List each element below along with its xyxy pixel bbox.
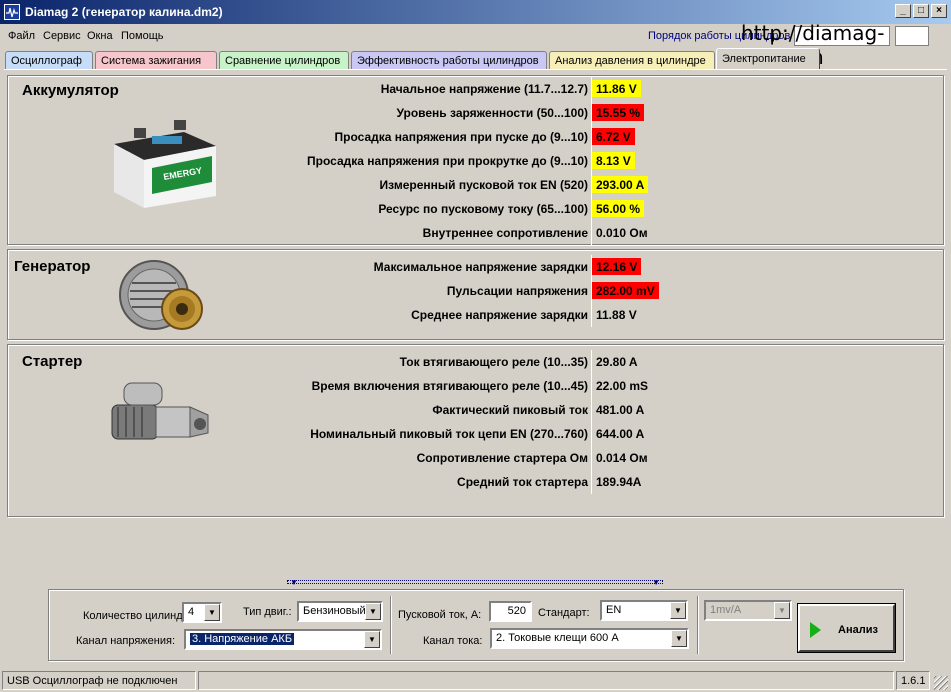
battery-row-label: Просадка напряжения при прокрутке до (9.… bbox=[307, 154, 588, 168]
version-label: 1.6.1 bbox=[896, 671, 930, 690]
battery-row-value: 293.00 A bbox=[592, 176, 649, 193]
starter-group: Стартер Ток втягивающего реле (10...35) 2… bbox=[7, 344, 944, 517]
engine-type-label: Тип двиг.: bbox=[243, 606, 292, 618]
starter-row: Ток втягивающего реле (10...35) 29.80 A bbox=[8, 350, 945, 374]
tab-ignition[interactable]: Система зажигания bbox=[95, 51, 217, 70]
battery-row: Уровень заряженности (50...100) 15.55 % bbox=[8, 101, 945, 125]
chevron-down-icon: ▼ bbox=[670, 602, 686, 619]
starter-row-label: Средний ток стартера bbox=[457, 475, 588, 489]
maximize-button[interactable]: □ bbox=[913, 4, 929, 18]
battery-row-value: 8.13 V bbox=[592, 152, 635, 169]
current-channel-select[interactable]: 2. Токовые клещи 600 А ▼ bbox=[490, 628, 689, 649]
menu-help[interactable]: Помощь bbox=[121, 30, 164, 42]
resize-grip[interactable] bbox=[934, 676, 948, 690]
analyze-button-label: Анализ bbox=[838, 624, 878, 636]
splitter-down-icon: ▼ bbox=[652, 578, 660, 587]
menu-windows[interactable]: Окна bbox=[87, 30, 113, 42]
standard-label: Стандарт: bbox=[538, 607, 590, 619]
start-current-label: Пусковой ток, А: bbox=[398, 609, 482, 621]
tab-cylinder-compare[interactable]: Сравнение цилиндров bbox=[219, 51, 349, 70]
generator-group: Генератор Максимальное напряжение зарядк… bbox=[7, 249, 944, 340]
menu-file[interactable]: Файл bbox=[8, 30, 35, 42]
window-title: Diamag 2 (генератор калина.dm2) bbox=[25, 5, 223, 19]
battery-row: Внутреннее сопротивление 0.010 Ом bbox=[8, 221, 945, 245]
chevron-down-icon: ▼ bbox=[364, 631, 380, 648]
starter-row-value: 0.014 Ом bbox=[596, 451, 648, 465]
menu-service[interactable]: Сервис bbox=[43, 30, 81, 42]
close-button[interactable]: × bbox=[931, 4, 947, 18]
starter-row-value: 29.80 A bbox=[596, 355, 638, 369]
generator-row-value: 12.16 V bbox=[592, 258, 642, 275]
panel-splitter[interactable]: ▼ ▼ bbox=[287, 578, 663, 587]
starter-row-value: 644.00 A bbox=[596, 427, 645, 441]
battery-row: Ресурс по пусковому току (65...100) 56.00… bbox=[8, 197, 945, 221]
generator-row-value: 282.00 mV bbox=[592, 282, 659, 299]
start-current-input[interactable]: 520 bbox=[489, 601, 532, 622]
battery-row-label: Ресурс по пусковому току (65...100) bbox=[378, 202, 588, 216]
battery-row-label: Уровень заряженности (50...100) bbox=[396, 106, 589, 120]
minimize-button[interactable]: _ bbox=[895, 4, 911, 18]
generator-row-label: Пульсации напряжения bbox=[446, 284, 588, 298]
starter-row-value: 22.00 mS bbox=[596, 379, 649, 393]
generator-row-label: Среднее напряжение зарядки bbox=[411, 308, 588, 322]
battery-row-label: Измеренный пусковой ток EN (520) bbox=[379, 178, 588, 192]
app-icon bbox=[4, 4, 20, 20]
tab-power-supply[interactable]: Электропитание bbox=[716, 48, 820, 70]
starter-row: Сопротивление стартера Ом 0.014 Ом bbox=[8, 446, 945, 470]
generator-row-label: Максимальное напряжение зарядки bbox=[373, 260, 588, 274]
play-icon bbox=[810, 622, 821, 638]
starter-row: Время включения втягивающего реле (10...… bbox=[8, 374, 945, 398]
divider bbox=[390, 596, 392, 654]
battery-row: Просадка напряжения при пуске до (9...10… bbox=[8, 125, 945, 149]
status-spacer bbox=[198, 671, 894, 690]
battery-group: Аккумулятор EMERGY Начальное напряжение … bbox=[7, 75, 944, 245]
starter-row: Фактический пиковый ток 481.00 A bbox=[8, 398, 945, 422]
battery-row-label: Просадка напряжения при пуске до (9...10… bbox=[334, 130, 588, 144]
chevron-down-icon: ▼ bbox=[774, 602, 790, 619]
chevron-down-icon: ▼ bbox=[204, 604, 220, 621]
battery-row-value: 11.86 V bbox=[592, 80, 641, 97]
standard-select[interactable]: EN ▼ bbox=[600, 600, 688, 621]
analyze-button[interactable]: Анализ bbox=[798, 604, 895, 652]
battery-row: Просадка напряжения при прокрутке до (9.… bbox=[8, 149, 945, 173]
generator-row-value: 11.88 V bbox=[596, 308, 637, 322]
starter-row-label: Ток втягивающего реле (10...35) bbox=[399, 355, 588, 369]
splitter-down-icon: ▼ bbox=[290, 578, 298, 587]
voltage-channel-label: Канал напряжения: bbox=[76, 635, 175, 647]
starter-row-value: 481.00 A bbox=[596, 403, 645, 417]
battery-row: Начальное напряжение (11.7...12.7) 11.86 … bbox=[8, 77, 945, 101]
engine-type-select[interactable]: Бензиновый ▼ bbox=[297, 601, 383, 622]
starter-row-label: Фактический пиковый ток bbox=[432, 403, 588, 417]
tab-pressure-analysis[interactable]: Анализ давления в цилиндре bbox=[549, 51, 715, 70]
battery-row-value: 15.55 % bbox=[592, 104, 645, 121]
generator-row: Пульсации напряжения 282.00 mV bbox=[8, 279, 945, 303]
generator-row: Максимальное напряжение зарядки 12.16 V bbox=[8, 255, 945, 279]
battery-row-value: 0.010 Ом bbox=[596, 226, 648, 240]
starter-row: Средний ток стартера 189.94A bbox=[8, 470, 945, 494]
starter-row-value: 189.94A bbox=[596, 475, 642, 489]
starter-row-label: Номинальный пиковый ток цепи EN (270...7… bbox=[310, 427, 588, 441]
divider bbox=[697, 596, 699, 654]
battery-row-label: Внутреннее сопротивление bbox=[422, 226, 588, 240]
battery-row-label: Начальное напряжение (11.7...12.7) bbox=[380, 82, 588, 96]
current-channel-label: Канал тока: bbox=[423, 635, 483, 647]
sensitivity-select[interactable]: 1mv/A ▼ bbox=[704, 600, 792, 621]
cylinders-select[interactable]: 4 ▼ bbox=[182, 602, 222, 623]
chevron-down-icon: ▼ bbox=[671, 630, 687, 647]
battery-row: Измеренный пусковой ток EN (520) 293.00 A bbox=[8, 173, 945, 197]
starter-row: Номинальный пиковый ток цепи EN (270...7… bbox=[8, 422, 945, 446]
chevron-down-icon: ▼ bbox=[365, 603, 381, 620]
starter-row-label: Время включения втягивающего реле (10...… bbox=[311, 379, 588, 393]
generator-row: Среднее напряжение зарядки 11.88 V bbox=[8, 303, 945, 327]
voltage-channel-select[interactable]: 3. Напряжение АКБ ▼ bbox=[184, 629, 382, 650]
starter-row-label: Сопротивление стартера Ом bbox=[416, 451, 588, 465]
status-bar: USB Осциллограф не подключен 1.6.1 bbox=[0, 670, 951, 692]
tab-cylinder-efficiency[interactable]: Эффективность работы цилиндров bbox=[351, 51, 547, 70]
status-message: USB Осциллограф не подключен bbox=[2, 671, 196, 690]
tab-oscilloscope[interactable]: Осциллограф bbox=[5, 51, 93, 70]
battery-row-value: 56.00 % bbox=[592, 200, 645, 217]
battery-row-value: 6.72 V bbox=[592, 128, 635, 145]
